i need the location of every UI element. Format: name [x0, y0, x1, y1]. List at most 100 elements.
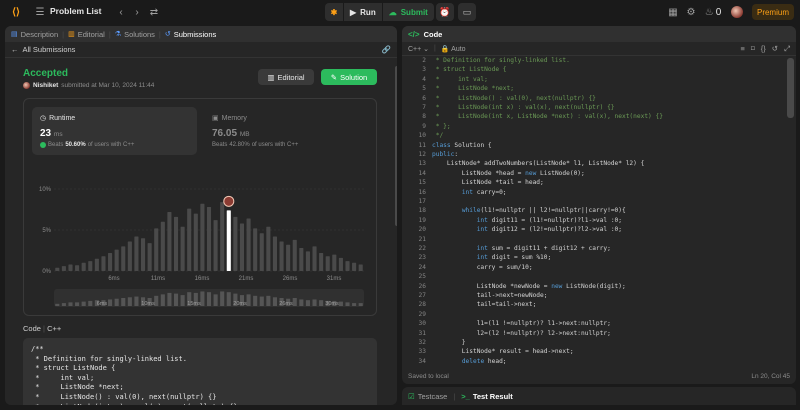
problem-list-link[interactable]: Problem List [50, 6, 101, 16]
chart-bar [187, 208, 192, 271]
streak-counter[interactable]: ♨ 0 [703, 5, 723, 19]
runtime-distribution-chart[interactable]: 10% 5% 0% 6ms 11ms 16ms 21ms 26ms 31ms 6ms 10ms 15m… [24, 99, 378, 317]
line-number: 4 [422, 75, 426, 83]
code-line: ListNode* result = head->next; [432, 348, 574, 356]
bookmark-icon[interactable]: ⌑ [751, 44, 755, 54]
line-number: 7 [422, 104, 426, 111]
chart-mini-bar [200, 291, 205, 306]
editor-toolbar: C++ ⌄ | 🔒 Auto ≡ ⌑ {} ↺ ⤢ [402, 42, 796, 56]
tab-submissions[interactable]: ↺ Submissions [165, 30, 216, 39]
chart-mini-tick: 30ms [325, 301, 339, 307]
tab-description[interactable]: ▤ Description [11, 30, 58, 39]
chart-mini-bar [173, 293, 179, 306]
code-line: } [432, 339, 466, 346]
tab-editorial[interactable]: ▥ Editorial [68, 30, 105, 39]
run-button[interactable]: ▶ Run [344, 3, 382, 21]
expand-icon[interactable]: ⤢ [784, 44, 790, 54]
editor-tool-icons: ≡ ⌑ {} ↺ ⤢ [740, 44, 790, 54]
reset-icon[interactable]: ↺ [772, 44, 778, 54]
language-select[interactable]: C++ ⌄ [408, 45, 429, 53]
chart-bar [114, 249, 119, 271]
link-icon[interactable]: 🔗 [382, 45, 391, 54]
submitted-code: /** * Definition for singly-linked list.… [23, 338, 377, 405]
code-line: int digit = sum %10; [476, 254, 552, 262]
cloud-upload-icon: ☁ [388, 7, 397, 17]
left-tab-bar: ▤ Description | ▥ Editorial | ⚗ Solutions |… [5, 26, 397, 42]
chart-bar [147, 243, 152, 271]
auto-mode[interactable]: 🔒 Auto [441, 45, 466, 53]
avatar[interactable] [731, 6, 743, 18]
line-number: 33 [418, 348, 426, 356]
submit-button[interactable]: ☁ Submit [382, 3, 434, 21]
user-avatar-marker [223, 195, 235, 207]
notes-button[interactable]: ▭ [458, 3, 476, 21]
layout-icon[interactable]: ▦ [666, 5, 680, 19]
chart-bar [239, 223, 245, 271]
console-panel: ☑ Testcase | >_ Test Result [402, 387, 796, 405]
list-icon[interactable]: ☰ [33, 5, 47, 19]
line-number: 3 [422, 66, 426, 74]
shuffle-icon[interactable]: ⇄ [147, 5, 161, 19]
chart-bar [61, 266, 66, 271]
chart-mini-bar [338, 301, 343, 306]
tab-solutions[interactable]: ⚗ Solutions [115, 30, 155, 39]
stats-box: ◷ Runtime 23 ms Beats 50.60% of users with … [23, 98, 377, 316]
chart-x-tick: 21ms [239, 276, 254, 282]
document-icon: ▤ [11, 31, 18, 38]
tab-separator: | [62, 29, 65, 39]
line-number: 2 [422, 57, 426, 64]
chart-mini-bar [259, 296, 264, 306]
chart-mini-bar [246, 294, 251, 306]
chart-bar [352, 262, 357, 271]
premium-button[interactable]: Premium [752, 4, 794, 20]
editorial-button[interactable]: ▥ Editorial [258, 69, 314, 85]
arrow-left-icon[interactable]: ← [11, 45, 19, 54]
all-submissions-link[interactable]: All Submissions [23, 45, 76, 54]
line-number: 32 [418, 339, 426, 346]
timer-button[interactable]: ⏰ [436, 3, 454, 21]
gear-icon[interactable]: ⚙ [684, 5, 698, 19]
chevron-left-icon[interactable]: ‹ [114, 5, 128, 19]
format-icon[interactable]: ≡ [740, 44, 744, 54]
code-line: * ListNode *next; [432, 85, 514, 93]
chart-mini-bar [312, 299, 317, 306]
chart-mini-bar [154, 295, 159, 306]
chart-mini-bar [88, 300, 93, 306]
scrollbar[interactable] [787, 58, 794, 118]
chart-bar [312, 246, 317, 271]
console-tabs: ☑ Testcase | >_ Test Result [402, 387, 796, 405]
line-number: 28 [418, 301, 426, 309]
code-line: */ [432, 132, 444, 140]
chart-mini-bar [75, 302, 80, 306]
chart-x-tick: 16ms [195, 276, 210, 282]
chart-mini-bar [180, 295, 185, 306]
chart-bar [292, 239, 297, 271]
scrollbar[interactable] [395, 66, 397, 226]
braces-icon[interactable]: {} [761, 44, 766, 54]
chart-bar [246, 218, 251, 271]
play-icon: ▶ [350, 7, 357, 17]
chevron-right-icon[interactable]: › [130, 5, 144, 19]
chart-mini-bar [266, 295, 271, 306]
code-line: public: [432, 151, 459, 158]
leetcode-logo[interactable]: ⟨⟩ [9, 5, 23, 19]
chart-mini-tick: 20ms [233, 301, 247, 307]
code-editor[interactable]: 2 * Definition for singly-linked list. 3 … [402, 56, 796, 368]
chart-mini-tick: 26ms [279, 301, 293, 307]
chart-bar [279, 241, 284, 271]
chart-bar [68, 264, 73, 271]
cursor-position: Ln 20, Col 45 [751, 373, 790, 380]
left-panel: ▤ Description | ▥ Editorial | ⚗ Solutions |… [5, 26, 397, 405]
code-line: class Solution { [432, 141, 492, 149]
line-number: 11 [418, 141, 426, 149]
chart-bar [81, 262, 86, 271]
chart-bar [305, 251, 310, 271]
tab-test-result[interactable]: >_ Test Result [461, 392, 512, 401]
debug-button[interactable]: ✱ [325, 3, 343, 21]
code-line: int digit12 = (l2!=nullptr)?l2->val :0; [476, 226, 622, 234]
submitter-name[interactable]: Nishiket [33, 82, 58, 89]
chart-mini-bar [68, 302, 73, 306]
tab-testcase[interactable]: ☑ Testcase [408, 392, 447, 401]
solution-button[interactable]: ✎ Solution [321, 69, 377, 85]
chart-mini-bar [226, 292, 231, 306]
